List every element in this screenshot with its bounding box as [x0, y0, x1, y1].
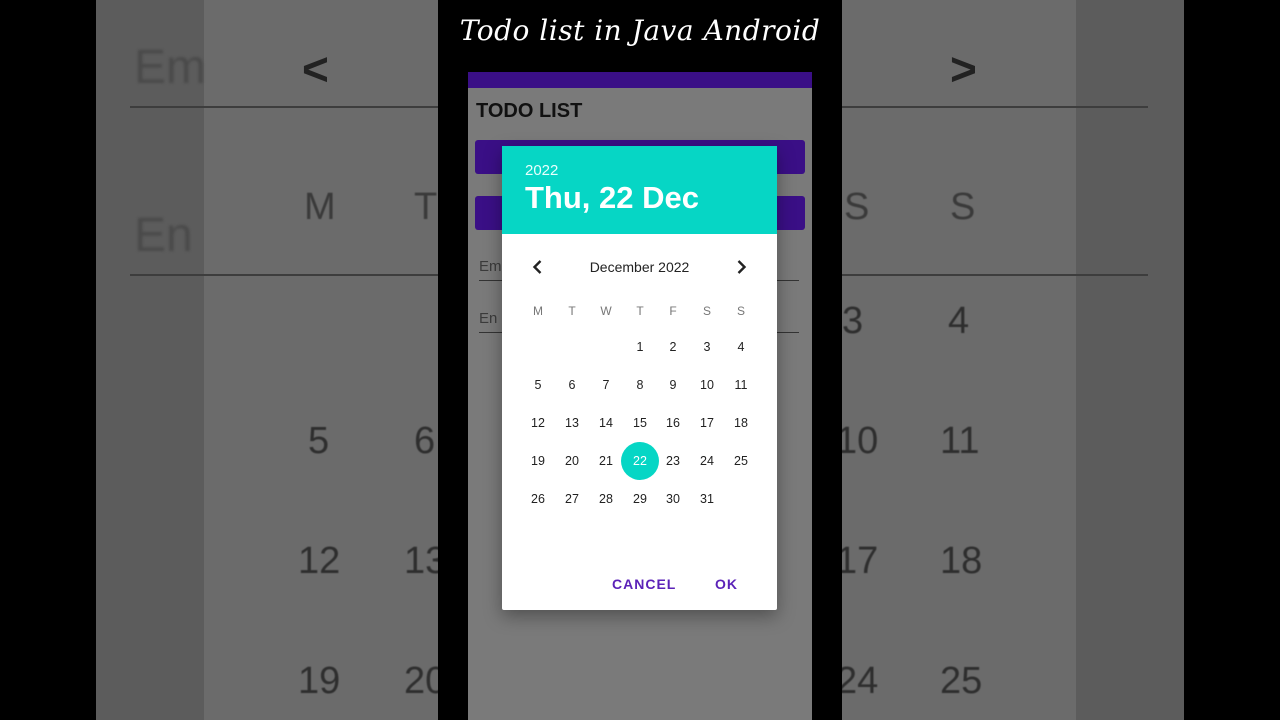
calendar-day[interactable]: 6 — [553, 366, 591, 404]
calendar-day[interactable]: 16 — [654, 404, 692, 442]
weekday-label: T — [636, 304, 644, 318]
background-day: 18 — [940, 540, 983, 582]
calendar-day[interactable]: 17 — [688, 404, 726, 442]
background-left-panel: Em En < M T 5 6 12 13 19 20 — [96, 0, 438, 720]
background-day: 6 — [414, 420, 436, 462]
background-day: 20 — [404, 660, 438, 702]
weekday-label: S — [736, 304, 745, 318]
cancel-button[interactable]: CANCEL — [612, 576, 676, 592]
background-weekday: S — [844, 186, 870, 228]
calendar-day[interactable]: 18 — [722, 404, 760, 442]
calendar-day[interactable]: 3 — [688, 328, 726, 366]
selected-date: Thu, 22 Dec — [525, 180, 699, 215]
background-divider — [842, 274, 1148, 276]
calendar-day[interactable]: 7 — [587, 366, 625, 404]
background-day: 5 — [308, 420, 330, 462]
background-day: 3 — [842, 300, 864, 342]
calendar-day[interactable]: 5 — [519, 366, 557, 404]
background-hint-text: En — [134, 209, 193, 262]
calendar-day[interactable]: 9 — [654, 366, 692, 404]
background-day: 10 — [842, 420, 879, 462]
background-left-strip — [96, 0, 204, 720]
chevron-left-icon — [532, 260, 542, 274]
calendar-day[interactable]: 21 — [587, 442, 625, 480]
background-divider — [130, 274, 438, 276]
background-chevron-left-icon: < — [302, 43, 329, 95]
calendar-day[interactable]: 27 — [553, 480, 591, 518]
calendar-day[interactable]: 19 — [519, 442, 557, 480]
calendar-day[interactable]: 14 — [587, 404, 625, 442]
calendar-day[interactable]: 23 — [654, 442, 692, 480]
selected-year[interactable]: 2022 — [525, 162, 558, 179]
calendar-day[interactable]: 30 — [654, 480, 692, 518]
calendar-day[interactable]: 2 — [654, 328, 692, 366]
month-navigation: December 2022 — [502, 254, 777, 280]
calendar-day[interactable]: 24 — [688, 442, 726, 480]
weekday-label: W — [600, 304, 612, 318]
date-picker-dialog: 2022 Thu, 22 Dec December 2022 M T W T F S S 1… — [502, 146, 777, 610]
calendar-day[interactable]: 25 — [722, 442, 760, 480]
background-hint-text: Em — [134, 41, 206, 94]
weekday-label: M — [533, 304, 543, 318]
background-day: 11 — [940, 420, 980, 462]
background-day: 25 — [940, 660, 983, 702]
background-day: 4 — [948, 300, 970, 342]
calendar-day[interactable]: 28 — [587, 480, 625, 518]
chevron-right-icon — [737, 260, 747, 274]
background-right-strip — [1076, 0, 1184, 720]
next-month-button[interactable] — [728, 254, 754, 280]
background-day: 19 — [298, 660, 341, 702]
background-day: 13 — [404, 540, 438, 582]
background-day: 24 — [842, 660, 879, 702]
background-day: 17 — [842, 540, 879, 582]
background-day: 12 — [298, 540, 341, 582]
video-title: Todo list in Java Android — [459, 14, 821, 47]
calendar-day[interactable]: 20 — [553, 442, 591, 480]
calendar-day[interactable]: 10 — [688, 366, 726, 404]
background-weekday: M — [304, 186, 336, 228]
background-right-panel: > S S 3 4 10 11 17 18 24 25 — [842, 0, 1184, 720]
background-chevron-right-icon: > — [950, 43, 977, 95]
calendar-day[interactable]: 12 — [519, 404, 557, 442]
background-divider — [130, 106, 438, 108]
calendar-day[interactable]: 11 — [722, 366, 760, 404]
prev-month-button[interactable] — [525, 254, 551, 280]
calendar-day[interactable]: 31 — [688, 480, 726, 518]
weekday-label: S — [702, 304, 711, 318]
weekday-label: T — [568, 304, 576, 318]
background-weekday: S — [950, 186, 976, 228]
calendar-day[interactable]: 26 — [519, 480, 557, 518]
ok-button[interactable]: OK — [715, 576, 738, 592]
calendar-day[interactable]: 4 — [722, 328, 760, 366]
background-divider — [842, 106, 1148, 108]
weekday-label: F — [669, 304, 677, 318]
dialog-header: 2022 Thu, 22 Dec — [502, 146, 777, 234]
page-title: TODO LIST — [476, 100, 583, 122]
background-weekday: T — [414, 186, 438, 228]
app-bar — [468, 72, 812, 88]
calendar-day[interactable]: 13 — [553, 404, 591, 442]
